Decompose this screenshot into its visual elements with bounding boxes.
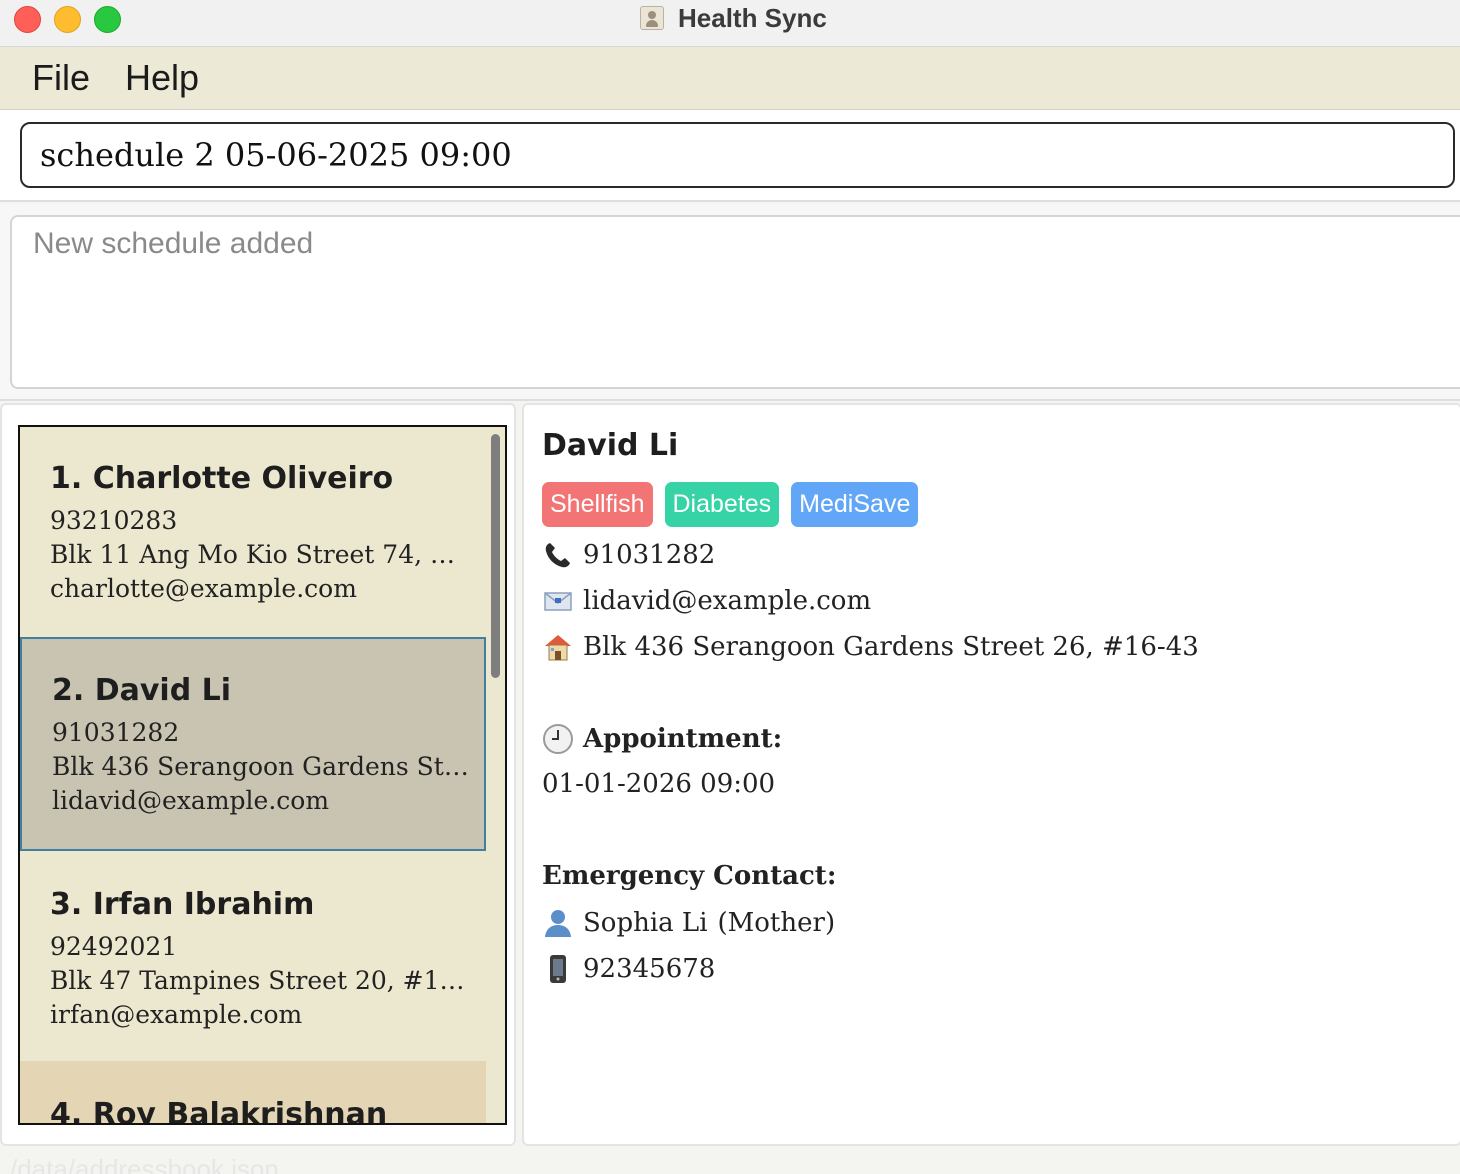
result-message: New schedule added <box>33 227 314 260</box>
close-window-button[interactable] <box>14 6 41 33</box>
title-bar: Health Sync <box>0 0 1460 47</box>
person-list-panel: 1. Charlotte Oliveiro 93210283 Blk 11 An… <box>0 403 516 1146</box>
person-card[interactable]: 3. Irfan Ibrahim 92492021 Blk 47 Tampine… <box>20 851 486 1061</box>
detail-emergency-phone-row: 92345678 <box>542 953 715 985</box>
detail-phone-row: 91031282 <box>542 539 715 571</box>
envelope-icon <box>542 585 574 617</box>
detail-emergency-name-row: Sophia Li (Mother) <box>542 907 835 939</box>
status-bar: /data/addressbook.json <box>0 1150 1460 1174</box>
emergency-contact-label: Emergency Contact: <box>542 861 837 891</box>
result-display-panel: New schedule added <box>0 203 1460 401</box>
appointment-value: 01-01-2026 09:00 <box>542 769 776 799</box>
result-display[interactable]: New schedule added <box>10 215 1460 389</box>
person-card-phone: 92492021 <box>50 932 178 961</box>
clock-icon <box>542 723 574 755</box>
emergency-contact-name: Sophia Li <box>583 908 708 938</box>
tag-medisave: MediSave <box>791 482 919 527</box>
person-icon <box>542 907 574 939</box>
emergency-contact-relation: (Mother) <box>717 908 836 938</box>
minimize-window-button[interactable] <box>54 6 81 33</box>
person-card-selected[interactable]: 2. David Li 91031282 Blk 436 Serangoon G… <box>20 637 486 851</box>
person-card-name: 3. Irfan Ibrahim <box>50 887 315 922</box>
command-input[interactable] <box>20 122 1455 188</box>
person-list-scrollbar[interactable] <box>491 434 500 678</box>
tag-shellfish: Shellfish <box>542 482 653 527</box>
person-card-phone: 93210283 <box>50 506 178 535</box>
house-icon <box>542 631 574 663</box>
person-card-email: irfan@example.com <box>50 1000 303 1029</box>
window-title-group: Health Sync <box>640 3 827 33</box>
window-title: Health Sync <box>678 2 827 33</box>
phone-icon <box>542 539 574 571</box>
person-card-phone: 91031282 <box>52 718 180 747</box>
person-card-name: 4. Roy Balakrishnan <box>50 1097 388 1125</box>
detail-emergency-label-row: Emergency Contact: <box>542 861 836 891</box>
emergency-contact-phone: 92345678 <box>583 954 716 984</box>
detail-name: David Li <box>542 428 679 463</box>
app-contact-icon <box>640 6 664 30</box>
menu-file[interactable]: File <box>32 57 90 99</box>
save-location-path: /data/addressbook.json <box>10 1154 279 1174</box>
detail-address-row: Blk 436 Serangoon Gardens Street 26, #16… <box>542 631 1199 663</box>
person-card-name: 1. Charlotte Oliveiro <box>50 461 394 496</box>
person-card-name: 2. David Li <box>52 673 232 708</box>
detail-address: Blk 436 Serangoon Gardens Street 26, #16… <box>583 632 1199 662</box>
detail-tags: Shellfish Diabetes MediSave <box>542 482 930 527</box>
detail-appointment-row: Appointment: <box>542 723 782 755</box>
tag-diabetes: Diabetes <box>664 482 780 527</box>
appointment-label: Appointment: <box>583 724 783 754</box>
person-card-email: lidavid@example.com <box>52 786 330 815</box>
person-card-email: charlotte@example.com <box>50 574 357 603</box>
menu-bar: File Help <box>0 47 1460 110</box>
menu-help[interactable]: Help <box>125 57 199 99</box>
person-card[interactable]: 4. Roy Balakrishnan <box>20 1061 486 1125</box>
person-list[interactable]: 1. Charlotte Oliveiro 93210283 Blk 11 An… <box>18 425 507 1125</box>
detail-appointment-value-row: 01-01-2026 09:00 <box>542 769 775 799</box>
person-card-address: Blk 47 Tampines Street 20, #17-35 <box>50 966 470 995</box>
detail-email-row: lidavid@example.com <box>542 585 871 617</box>
command-box-panel <box>0 110 1460 202</box>
detail-phone: 91031282 <box>583 540 716 570</box>
detail-email: lidavid@example.com <box>583 586 872 616</box>
maximize-window-button[interactable] <box>94 6 121 33</box>
person-card-address: Blk 436 Serangoon Gardens Stre... <box>52 752 472 781</box>
mobile-phone-icon <box>542 953 574 985</box>
person-card[interactable]: 1. Charlotte Oliveiro 93210283 Blk 11 An… <box>20 427 486 637</box>
person-card-address: Blk 11 Ang Mo Kio Street 74, #11-04 <box>50 540 470 569</box>
